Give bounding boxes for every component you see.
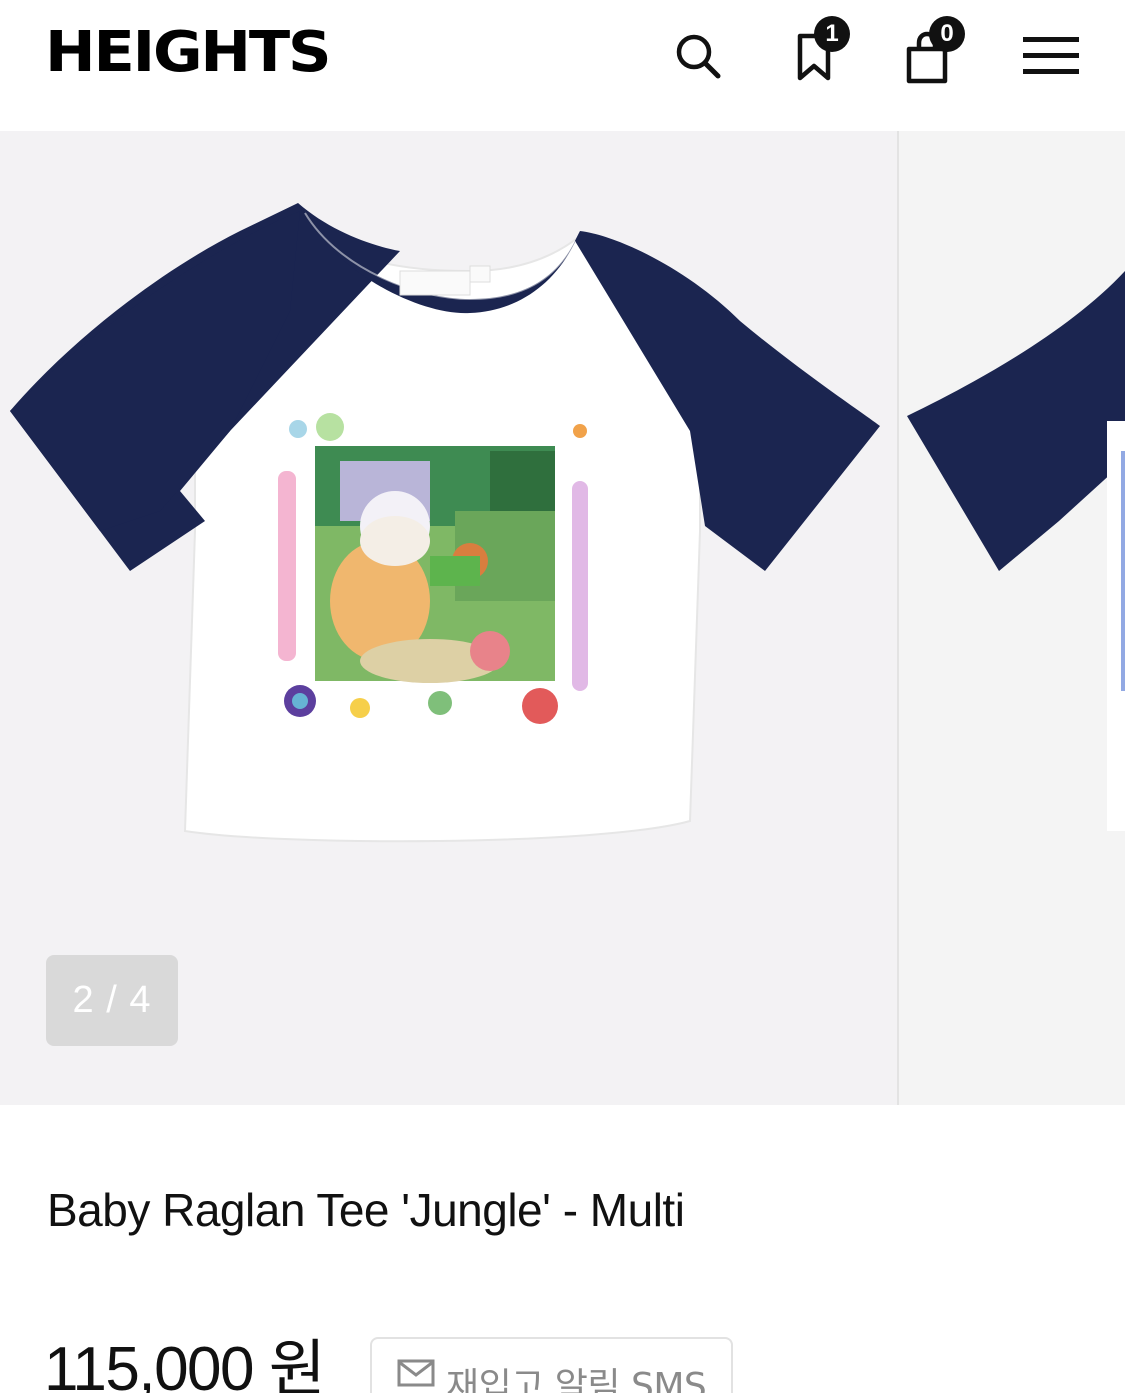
gallery-slide-next[interactable] (899, 131, 1125, 1105)
restock-sms-label: 재입고 알림 SMS (446, 1366, 707, 1393)
next-product-image (907, 271, 1125, 831)
gallery-counter: 2 / 4 (46, 955, 178, 1046)
cart-button[interactable]: 0 (897, 16, 965, 86)
mail-icon (397, 1359, 435, 1387)
product-gallery[interactable]: 2 / 4 (0, 131, 1125, 1105)
search-button[interactable] (668, 26, 728, 86)
product-price: 115,000 원 (44, 1335, 326, 1393)
product-title: Baby Raglan Tee 'Jungle' - Multi (47, 1184, 685, 1236)
menu-button[interactable] (1020, 26, 1082, 86)
site-header: HEIGHTS 1 0 (0, 0, 1125, 131)
site-logo[interactable]: HEIGHTS (45, 25, 332, 81)
gallery-slide-current[interactable]: 2 / 4 (0, 131, 897, 1105)
wishlist-button[interactable]: 1 (784, 16, 850, 86)
restock-sms-button[interactable]: 재입고 알림 SMS (370, 1337, 733, 1393)
wishlist-count-badge: 1 (814, 16, 850, 52)
search-icon (676, 34, 721, 79)
menu-icon (1023, 37, 1079, 74)
cart-count-badge: 0 (929, 16, 965, 52)
